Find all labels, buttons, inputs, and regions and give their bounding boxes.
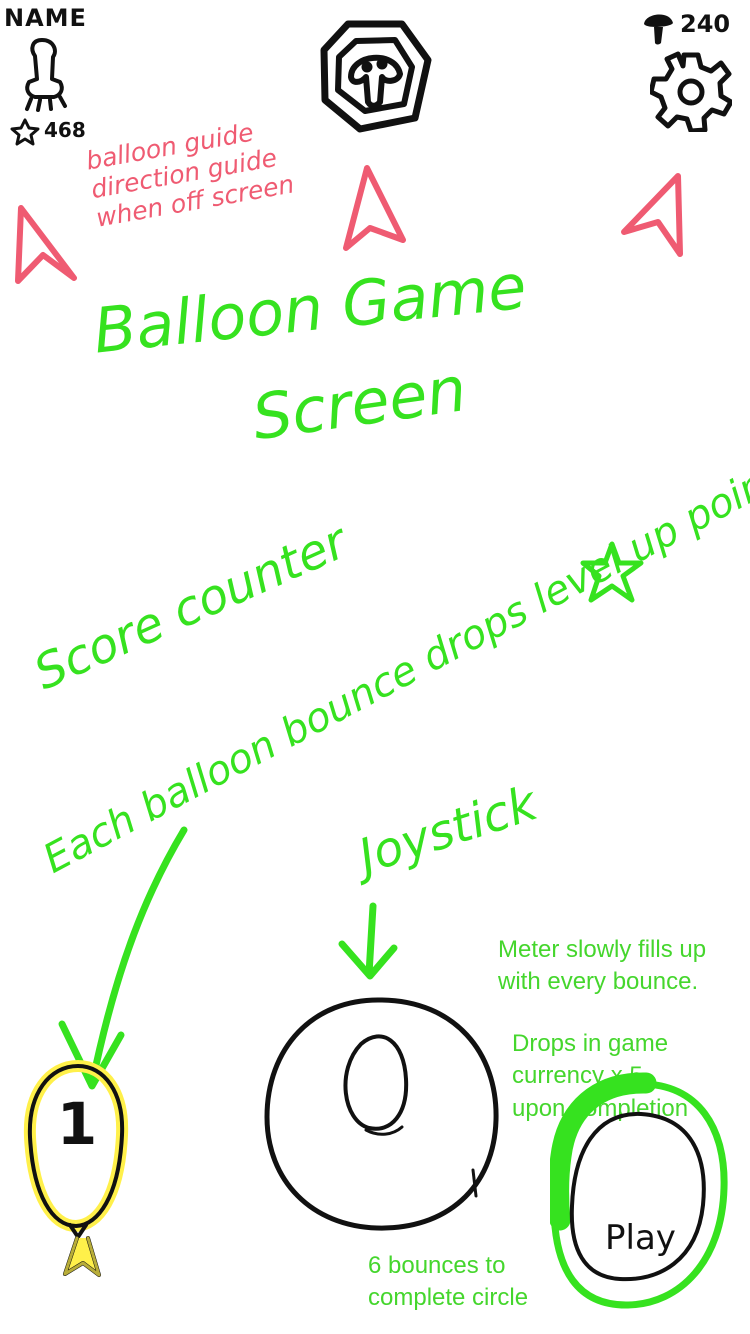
level-star-icon [10,118,40,146]
level-points-note: Each balloon bounce drops level up point… [36,443,750,883]
bounces-note: 6 bounces to complete circle [368,1250,528,1315]
score-counter-note: Score counter [26,513,356,702]
currency-drop-note-line: Drops in game [512,1030,669,1057]
meter-fill-note-line: with every bounce. [498,968,699,996]
direction-guide-right-icon [621,173,683,257]
currency-mushroom-icon [644,14,673,45]
level-points: 468 [44,118,86,142]
player-avatar-icon [25,38,67,112]
gear-icon[interactable] [650,50,732,132]
joystick[interactable] [256,990,506,1240]
play-button-label[interactable]: Play [605,1218,676,1258]
meter-fill-note: Meter slowly fills up with every bounce. [498,934,706,999]
player-name: NAME [4,4,87,32]
bounces-note-line: 6 bounces to [368,1252,506,1279]
joystick-label: Joystick [352,775,544,886]
joystick-knob[interactable] [343,1034,409,1131]
meter-fill-note-line: Meter slowly fills up [498,936,707,963]
score-counter-value: 1 [56,1090,98,1158]
screen-title-line-2: Screen [248,352,471,455]
joystick-arrow [338,902,398,980]
screen-title-line-1: Balloon Game [90,249,530,368]
direction-guide-note: balloon guide direction guide when off s… [84,103,355,233]
direction-guide-left-icon [15,205,77,284]
bounces-note-line: complete circle [368,1284,529,1312]
currency-count: 240 [680,10,731,38]
play-meter [550,1072,728,1309]
